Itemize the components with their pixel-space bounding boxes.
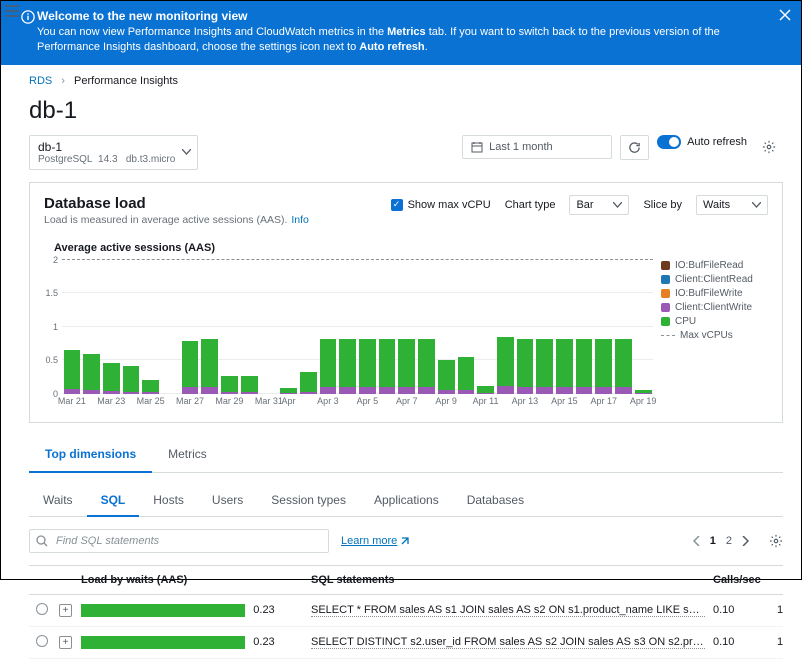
tab-session-types[interactable]: Session types <box>257 485 360 516</box>
show-max-vcpu-checkbox[interactable]: ✓Show max vCPU <box>391 199 491 211</box>
sql-statement[interactable]: SELECT DISTINCT s2.user_id FROM sales AS… <box>311 636 705 649</box>
learn-more-link[interactable]: Learn more <box>341 535 410 547</box>
sql-search-box[interactable] <box>29 529 329 553</box>
page-prev[interactable] <box>693 536 700 546</box>
table-row: +0.23SELECT * FROM sales AS s1 JOIN sale… <box>29 595 783 627</box>
tab-users[interactable]: Users <box>198 485 257 516</box>
page-1[interactable]: 1 <box>710 535 716 547</box>
chart-title: Average active sessions (AAS) <box>54 242 768 254</box>
refresh-button[interactable] <box>620 135 649 160</box>
banner-title: Welcome to the new monitoring view <box>37 9 771 23</box>
bar-Apr 19[interactable] <box>635 390 652 394</box>
breadcrumb-current: Performance Insights <box>74 75 178 87</box>
bar-Mar 25[interactable] <box>142 380 159 393</box>
time-range-select[interactable]: Last 1 month <box>462 135 612 159</box>
slice-by-select[interactable]: Waits <box>696 195 768 215</box>
bar-Apr 1[interactable] <box>280 388 297 394</box>
page-2[interactable]: 2 <box>726 535 732 547</box>
db-instance-select[interactable]: db-1 PostgreSQL 14.3 db.t3.micro <box>29 135 198 170</box>
caret-down-icon <box>182 149 191 155</box>
info-banner: Welcome to the new monitoring view You c… <box>1 1 801 65</box>
search-icon <box>36 535 48 547</box>
bar-Mar 28[interactable] <box>201 339 218 394</box>
bar-Mar 23[interactable] <box>103 363 120 394</box>
chart-type-select[interactable]: Bar <box>569 195 629 215</box>
breadcrumb-root[interactable]: RDS <box>29 75 52 87</box>
auto-refresh-toggle[interactable]: Auto refresh <box>657 135 747 149</box>
row-radio[interactable] <box>36 603 48 615</box>
search-input[interactable] <box>54 534 322 548</box>
info-icon <box>21 10 35 24</box>
banner-body: You can now view Performance Insights an… <box>37 25 771 55</box>
dimension-tabs: Waits SQL Hosts Users Session types Appl… <box>29 485 783 517</box>
page-title: db-1 <box>29 97 783 125</box>
database-load-panel: Database load Load is measured in averag… <box>29 182 783 423</box>
bar-Mar 21[interactable] <box>64 350 81 394</box>
bar-Apr 10[interactable] <box>458 357 475 394</box>
bar-Apr 8[interactable] <box>418 339 435 394</box>
page-next[interactable] <box>742 536 749 546</box>
bar-Apr 5[interactable] <box>359 339 376 394</box>
bar-Mar 27[interactable] <box>182 341 199 393</box>
sql-statement[interactable]: SELECT * FROM sales AS s1 JOIN sales AS … <box>311 604 705 617</box>
row-radio[interactable] <box>36 635 48 647</box>
table-settings-button[interactable] <box>769 534 783 548</box>
expand-icon[interactable]: + <box>59 604 72 617</box>
bar-Apr 3[interactable] <box>320 339 337 394</box>
section-tabs: Top dimensions Metrics <box>29 437 783 473</box>
settings-button[interactable] <box>755 135 783 159</box>
hamburger-menu-icon[interactable] <box>5 5 19 17</box>
bar-Apr 18[interactable] <box>615 339 632 394</box>
tab-applications[interactable]: Applications <box>360 485 453 516</box>
info-link[interactable]: Info <box>291 214 309 226</box>
bar-Apr 12[interactable] <box>497 337 514 393</box>
bar-Apr 9[interactable] <box>438 360 455 393</box>
tab-top-dimensions[interactable]: Top dimensions <box>29 437 152 473</box>
bar-Apr 7[interactable] <box>398 339 415 394</box>
panel-title: Database load <box>44 195 309 212</box>
breadcrumb: RDS › Performance Insights <box>29 75 783 87</box>
bar-Apr 11[interactable] <box>477 386 494 393</box>
load-chart: 00.511.52 Mar 21Mar 23Mar 25Mar 27Mar 29… <box>44 260 653 410</box>
table-row: +0.23SELECT DISTINCT s2.user_id FROM sal… <box>29 627 783 659</box>
bar-Apr 15[interactable] <box>556 339 573 394</box>
tab-metrics[interactable]: Metrics <box>152 437 223 472</box>
bar-Apr 14[interactable] <box>536 339 553 394</box>
bar-Mar 30[interactable] <box>241 376 258 394</box>
bar-Apr 13[interactable] <box>517 339 534 394</box>
bar-Apr 2[interactable] <box>300 372 317 394</box>
tab-waits[interactable]: Waits <box>29 485 87 516</box>
bar-Apr 6[interactable] <box>379 339 396 394</box>
tab-databases[interactable]: Databases <box>453 485 538 516</box>
tab-hosts[interactable]: Hosts <box>139 485 198 516</box>
calendar-icon <box>471 141 483 153</box>
bar-Mar 29[interactable] <box>221 376 238 394</box>
bar-Mar 22[interactable] <box>83 354 100 394</box>
close-icon[interactable] <box>779 9 791 21</box>
expand-icon[interactable]: + <box>59 636 72 649</box>
bar-Apr 16[interactable] <box>576 339 593 394</box>
chart-legend: IO:BufFileRead Client:ClientRead IO:BufF… <box>653 260 768 410</box>
tab-sql[interactable]: SQL <box>87 485 140 517</box>
bar-Apr 4[interactable] <box>339 339 356 394</box>
bar-Apr 17[interactable] <box>595 339 612 394</box>
pagination: 1 2 <box>693 535 749 547</box>
bar-Mar 24[interactable] <box>123 366 140 393</box>
